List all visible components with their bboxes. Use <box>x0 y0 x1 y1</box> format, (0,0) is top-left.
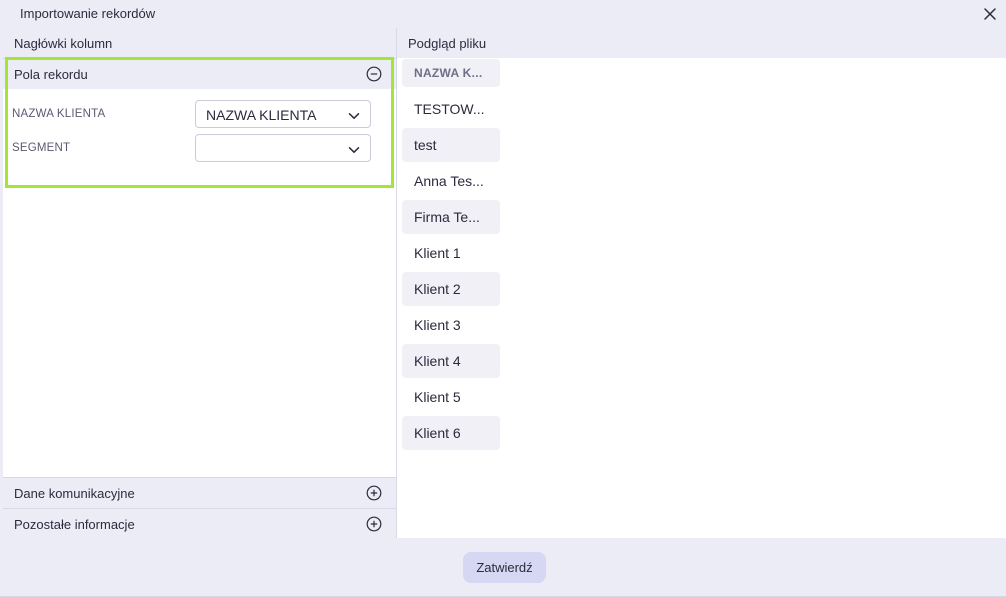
file-preview-header: Podgląd pliku <box>397 28 1006 59</box>
preview-cell: Firma Te... <box>402 200 500 234</box>
column-headers-title: Nagłówki kolumn <box>14 36 113 51</box>
preview-cell: Klient 1 <box>414 245 461 261</box>
dialog-title: Importowanie rekordów <box>20 6 156 21</box>
plus-circle-icon[interactable] <box>366 485 382 501</box>
import-dialog: Importowanie rekordów Nagłówki kolumn Po… <box>0 0 1006 597</box>
preview-cell: test <box>402 128 500 162</box>
column-headers-panel: Nagłówki kolumn Pola rekordu NAZWA KLIEN… <box>3 28 397 538</box>
preview-cell: Klient 5 <box>414 389 461 405</box>
preview-cell: Klient 4 <box>402 344 500 378</box>
section-dane-komunikacyjne[interactable]: Dane komunikacyjne <box>3 477 396 508</box>
plus-circle-icon[interactable] <box>366 516 382 532</box>
file-preview: NAZWA K... TESTOW... test Anna Tes... Fi… <box>397 58 1006 538</box>
column-headers-header: Nagłówki kolumn <box>3 28 396 58</box>
preview-column-header: NAZWA K... <box>402 59 500 87</box>
confirm-button[interactable]: Zatwierdź <box>463 552 546 583</box>
highlight-frame <box>5 57 394 188</box>
dialog-titlebar: Importowanie rekordów <box>0 0 1006 28</box>
preview-cell: Anna Tes... <box>414 173 484 189</box>
section-pozostale-informacje[interactable]: Pozostałe informacje <box>3 508 396 538</box>
close-icon[interactable] <box>980 4 1000 24</box>
file-preview-title: Podgląd pliku <box>408 36 487 51</box>
preview-cell: Klient 2 <box>402 272 500 306</box>
section-label: Dane komunikacyjne <box>14 486 135 501</box>
preview-cell: Klient 3 <box>414 317 461 333</box>
section-label: Pozostałe informacje <box>14 517 135 532</box>
dialog-footer: Zatwierdź <box>0 538 1006 596</box>
preview-cell: TESTOW... <box>414 101 485 117</box>
preview-cell: Klient 6 <box>402 416 500 450</box>
